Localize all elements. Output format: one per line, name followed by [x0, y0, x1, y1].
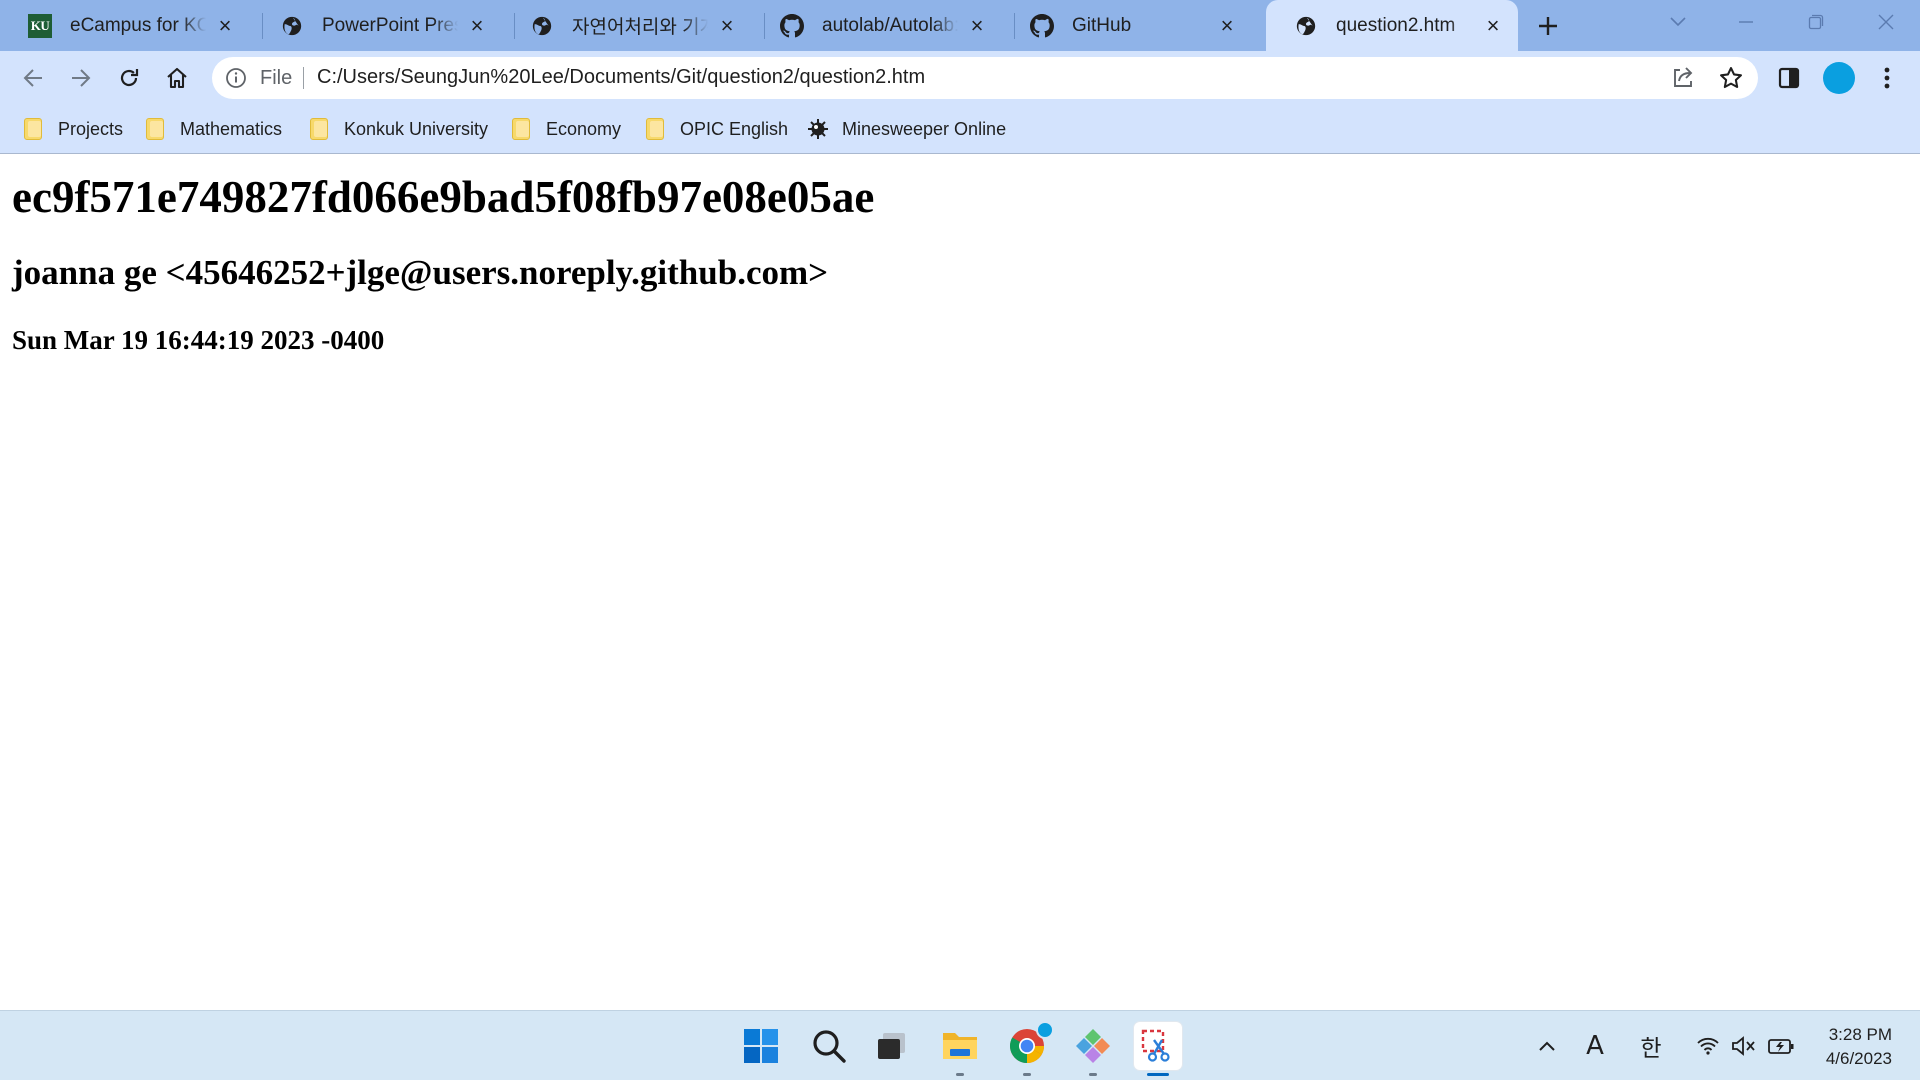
- close-icon[interactable]: ×: [1216, 14, 1238, 37]
- tab-title: question2.htm: [1336, 14, 1456, 36]
- avatar: [1823, 62, 1855, 94]
- bookmark-economy[interactable]: Economy: [512, 116, 621, 142]
- chrome-button[interactable]: [1003, 1021, 1054, 1076]
- close-icon[interactable]: ×: [1482, 14, 1504, 37]
- running-indicator: [1023, 1073, 1031, 1076]
- start-icon: [743, 1028, 779, 1064]
- bookmarks-bar: Projects Mathematics Konkuk University E…: [0, 104, 1920, 154]
- clock-date: 4/6/2023: [1825, 1049, 1892, 1068]
- close-icon[interactable]: ×: [466, 14, 488, 37]
- tab-title: GitHub: [1072, 14, 1132, 36]
- search-icon: [811, 1028, 847, 1064]
- forward-button[interactable]: [64, 61, 98, 95]
- start-button[interactable]: [737, 1022, 785, 1070]
- bookmark-label: Economy: [546, 118, 622, 139]
- bookmark-mathematics[interactable]: Mathematics: [146, 116, 282, 142]
- side-panel-button[interactable]: [1772, 61, 1806, 95]
- bookmark-label: Konkuk University: [344, 118, 489, 139]
- tab-title: 자연어처리와 기계학습: [572, 17, 708, 38]
- scheme-chip[interactable]: File: [260, 67, 292, 90]
- file-explorer-icon: [941, 1029, 979, 1063]
- close-icon[interactable]: ×: [966, 14, 988, 37]
- tab-powerpoint[interactable]: PowerPoint Presentation ×: [252, 0, 502, 51]
- task-view-button[interactable]: [868, 1022, 916, 1070]
- tab-autolab[interactable]: autolab/Autolab: Course ×: [752, 0, 1002, 51]
- share-icon[interactable]: [1670, 65, 1696, 91]
- ku-logo-icon: KU: [28, 13, 52, 38]
- bookmark-star-icon[interactable]: [1718, 65, 1744, 91]
- input-mode-indicator[interactable]: A: [1580, 1031, 1610, 1061]
- bookmark-label: OPIC English: [680, 118, 789, 139]
- reload-button[interactable]: [112, 61, 146, 95]
- tab-search-button[interactable]: [1644, 0, 1712, 44]
- profile-avatar[interactable]: [1822, 61, 1856, 95]
- file-explorer-button[interactable]: [936, 1022, 984, 1076]
- bookmark-label: Projects: [58, 118, 124, 139]
- folder-icon: [646, 118, 664, 140]
- minesweeper-icon: [806, 117, 830, 141]
- github-icon: [1030, 13, 1054, 38]
- snipping-tool-button[interactable]: [1134, 1022, 1182, 1076]
- commit-author-heading: joanna ge <45646252+jlge@users.noreply.g…: [12, 253, 829, 292]
- page-content: ec9f571e749827fd066e9bad5f08fb97e08e05ae…: [0, 155, 1920, 1010]
- bookmark-label: Mathematics: [180, 118, 283, 139]
- address-bar[interactable]: File C:/Users/SeungJun%20Lee/Documents/G…: [212, 57, 1758, 99]
- close-icon[interactable]: ×: [716, 14, 738, 37]
- battery-charging-icon[interactable]: [1766, 1031, 1796, 1061]
- tab-question2[interactable]: question2.htm ×: [1266, 0, 1518, 51]
- show-hidden-icons-button[interactable]: [1532, 1031, 1562, 1061]
- new-tab-button[interactable]: [1530, 8, 1566, 44]
- git-icon: [1074, 1027, 1112, 1065]
- bookmark-label: Minesweeper Online: [842, 118, 1007, 139]
- tab-nlp[interactable]: 자연어처리와 기계학습 ×: [502, 0, 752, 51]
- browser-toolbar: File C:/Users/SeungJun%20Lee/Documents/G…: [0, 51, 1920, 104]
- bookmark-konkuk-university[interactable]: Konkuk University: [310, 116, 488, 142]
- back-button[interactable]: [16, 61, 50, 95]
- tab-strip: KU eCampus for KONKUK × PowerPoint Prese…: [0, 0, 1920, 51]
- folder-icon: [24, 118, 42, 140]
- bookmark-minesweeper-online[interactable]: Minesweeper Online: [806, 116, 1006, 142]
- task-view-icon: [875, 1029, 909, 1063]
- info-icon[interactable]: [224, 66, 248, 90]
- folder-icon: [512, 118, 530, 140]
- tab-github[interactable]: GitHub ×: [1002, 0, 1252, 51]
- ime-indicator[interactable]: 한: [1636, 1031, 1666, 1062]
- snipping-tool-icon: [1140, 1028, 1176, 1064]
- omnibox-divider: [303, 67, 304, 89]
- running-indicator: [1089, 1073, 1097, 1076]
- taskbar-search-button[interactable]: [805, 1022, 853, 1070]
- running-indicator: [956, 1073, 964, 1076]
- url-text[interactable]: C:/Users/SeungJun%20Lee/Documents/Git/qu…: [317, 66, 925, 89]
- restore-button[interactable]: [1782, 0, 1850, 44]
- minimize-button[interactable]: [1712, 0, 1780, 44]
- close-icon[interactable]: ×: [214, 14, 236, 37]
- commit-date-heading: Sun Mar 19 16:44:19 2023 -0400: [12, 325, 385, 355]
- tab-title: eCampus for KONKUK: [70, 14, 206, 36]
- tab-ecampus[interactable]: KU eCampus for KONKUK ×: [0, 0, 250, 51]
- windows-taskbar: A 한 3:28 PM 4/6/2023: [0, 1010, 1920, 1080]
- git-app-button[interactable]: [1069, 1022, 1117, 1076]
- bookmark-projects[interactable]: Projects: [24, 116, 123, 142]
- bookmark-opic-english[interactable]: OPIC English: [646, 116, 788, 142]
- home-button[interactable]: [160, 61, 194, 95]
- close-window-button[interactable]: [1852, 0, 1920, 44]
- volume-muted-icon[interactable]: [1729, 1031, 1759, 1061]
- globe-icon: [530, 14, 554, 38]
- menu-button[interactable]: [1870, 61, 1904, 95]
- folder-icon: [146, 118, 164, 140]
- chevron-up-icon: [1538, 1040, 1556, 1052]
- tab-title: PowerPoint Presentation: [322, 14, 458, 36]
- system-clock[interactable]: 3:28 PM 4/6/2023: [1826, 1023, 1892, 1071]
- globe-icon: [280, 14, 304, 38]
- wifi-icon[interactable]: [1693, 1031, 1723, 1061]
- github-icon: [780, 13, 804, 38]
- folder-icon: [310, 118, 328, 140]
- profile-badge: [1036, 1021, 1054, 1039]
- tab-title: autolab/Autolab: Course: [822, 14, 958, 36]
- commit-hash-heading: ec9f571e749827fd066e9bad5f08fb97e08e05ae: [12, 172, 875, 222]
- active-indicator: [1147, 1073, 1169, 1076]
- globe-icon: [1294, 14, 1318, 38]
- chrome-icon: [1008, 1021, 1054, 1065]
- clock-time: 3:28 PM: [1828, 1025, 1892, 1044]
